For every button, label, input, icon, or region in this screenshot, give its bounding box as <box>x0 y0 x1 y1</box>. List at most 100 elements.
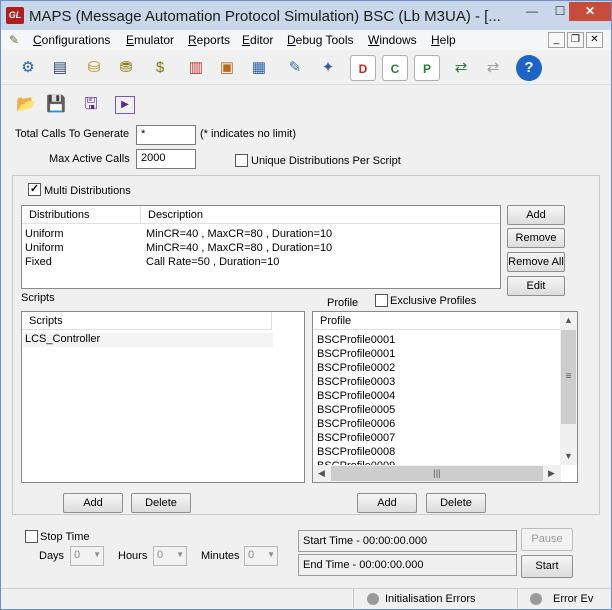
dist-row-description[interactable]: MinCR=40 , MaxCR=80 , Duration=10 <box>146 242 332 256</box>
dist-row-type[interactable]: Uniform <box>25 228 64 242</box>
status-divider <box>517 589 518 610</box>
menu-help[interactable]: Help <box>431 33 456 47</box>
save-icon[interactable]: 💾 <box>45 94 67 116</box>
dist-remove-all-button[interactable]: Remove All <box>507 252 565 272</box>
scripts-header[interactable]: Scripts <box>22 312 272 330</box>
close-button[interactable]: ✕ <box>569 2 611 21</box>
doc-d-icon[interactable]: D <box>350 55 376 81</box>
menu-emulator[interactable]: Emulator <box>126 33 174 47</box>
profile-row[interactable]: BSCProfile0005 <box>317 404 395 418</box>
profiles-delete-button[interactable]: Delete <box>426 493 486 513</box>
satellite-icon[interactable]: ✦ <box>315 55 341 81</box>
scroll-down-icon[interactable]: ▼ <box>560 448 577 465</box>
dist-row-description[interactable]: MinCR=40 , MaxCR=80 , Duration=10 <box>146 228 332 242</box>
scroll-up-icon[interactable]: ▲ <box>560 312 577 329</box>
window-title: MAPS (Message Automation Protocol Simula… <box>29 8 501 25</box>
mdi-minimize-button[interactable]: _ <box>548 32 565 48</box>
profile-row[interactable]: BSCProfile0007 <box>317 432 395 446</box>
profile-row[interactable]: BSCProfile0004 <box>317 390 395 404</box>
minimize-button[interactable]: — <box>519 2 545 21</box>
profile-row[interactable]: BSCProfile0008 <box>317 446 395 460</box>
stop-time-label: Stop Time <box>40 531 90 543</box>
max-active-calls-input[interactable]: 2000 <box>136 149 196 169</box>
days-select[interactable]: 0 ▼ <box>70 546 104 566</box>
error-events-label[interactable]: Error Ev <box>553 593 593 605</box>
days-label: Days <box>39 550 65 562</box>
transfer-icon[interactable]: ⇄ <box>448 55 474 81</box>
profiles-hscroll-thumb[interactable]: ||| <box>331 466 543 481</box>
books-icon[interactable]: ▥ <box>183 55 209 81</box>
distributions-list[interactable]: Distributions Description Uniform MinCR=… <box>21 205 501 289</box>
profile-row[interactable]: BSCProfile0003 <box>317 376 395 390</box>
scripts-delete-button[interactable]: Delete <box>131 493 191 513</box>
start-time-display: Start Time - 00:00:00.000 <box>298 530 517 552</box>
max-active-calls-label: Max Active Calls <box>49 153 130 165</box>
dist-header-distributions[interactable]: Distributions <box>22 206 141 224</box>
unique-distributions-checkbox[interactable] <box>235 154 248 167</box>
dist-remove-button[interactable]: Remove <box>507 228 565 248</box>
total-calls-input[interactable]: * <box>136 125 196 145</box>
exclusive-profiles-checkbox[interactable] <box>375 294 388 307</box>
doc-p-icon[interactable]: P <box>414 55 440 81</box>
pause-button[interactable]: Pause <box>521 528 573 551</box>
chevron-down-icon: ▼ <box>267 550 275 559</box>
profiles-vscroll-thumb[interactable]: ≡ <box>561 330 576 424</box>
hours-select[interactable]: 0 ▼ <box>153 546 187 566</box>
mdi-restore-button[interactable]: ❐ <box>567 32 584 48</box>
profiles-header[interactable]: Profile <box>313 312 561 330</box>
menu-editor[interactable]: Editor <box>242 33 273 47</box>
init-errors-label[interactable]: Initialisation Errors <box>385 593 475 605</box>
profiles-hscrollbar[interactable]: ◀ ||| ▶ <box>313 465 561 482</box>
dist-row-description[interactable]: Call Rate=50 , Duration=10 <box>146 256 279 270</box>
init-errors-icon <box>367 593 379 605</box>
dist-edit-button[interactable]: Edit <box>507 276 565 296</box>
network-icon[interactable]: ▦ <box>246 55 272 81</box>
profiles-vscrollbar[interactable]: ▲ ≡ ▼ <box>560 312 577 465</box>
start-button[interactable]: Start <box>521 555 573 578</box>
open-folder-icon[interactable]: 📂 <box>15 94 37 116</box>
scripts-title: Scripts <box>21 292 55 304</box>
profile-row[interactable]: BSCProfile0002 <box>317 362 395 376</box>
save-as-icon[interactable]: 🖫 <box>80 94 102 116</box>
minutes-select[interactable]: 0 ▼ <box>244 546 278 566</box>
dist-header-description[interactable]: Description <box>141 206 500 224</box>
help-icon[interactable]: ? <box>516 55 542 81</box>
gear-icon[interactable]: ⚙ <box>15 55 41 81</box>
menu-debug-tools[interactable]: Debug Tools <box>287 33 354 47</box>
money-icon[interactable]: $ <box>147 55 173 81</box>
minutes-label: Minutes <box>201 550 240 562</box>
scripts-add-button[interactable]: Add <box>63 493 123 513</box>
dist-add-button[interactable]: Add <box>507 205 565 225</box>
profile-row[interactable]: BSCProfile0001 <box>317 348 395 362</box>
stop-time-checkbox[interactable] <box>25 530 38 543</box>
dist-row-type[interactable]: Uniform <box>25 242 64 256</box>
mdi-doc-icon[interactable]: ✎ <box>9 33 19 47</box>
notepad-icon[interactable]: ▤ <box>47 55 73 81</box>
mdi-close-button[interactable]: ✕ <box>586 32 603 48</box>
error-events-icon <box>530 593 542 605</box>
menu-reports[interactable]: Reports <box>188 33 230 47</box>
disabled-transfer-icon[interactable]: ⇄ <box>480 55 506 81</box>
film-icon[interactable]: ▶ <box>115 96 135 114</box>
edit-icon[interactable]: ✎ <box>282 55 308 81</box>
no-limit-hint: (* indicates no limit) <box>200 128 296 140</box>
scroll-left-icon[interactable]: ◀ <box>313 465 330 482</box>
main-window: GL MAPS (Message Automation Protocol Sim… <box>0 0 612 610</box>
doc-c-icon[interactable]: C <box>382 55 408 81</box>
multi-distributions-checkbox[interactable]: ✓ <box>28 183 41 196</box>
profile-row[interactable]: BSCProfile0001 <box>317 334 395 348</box>
script-row[interactable]: LCS_Controller <box>23 333 273 347</box>
menu-windows[interactable]: Windows <box>368 33 417 47</box>
dist-row-type[interactable]: Fixed <box>25 256 52 270</box>
profile-row[interactable]: BSCProfile0006 <box>317 418 395 432</box>
coins-stack-icon[interactable]: ⛃ <box>113 55 139 81</box>
menu-configurations[interactable]: Configurations <box>33 33 110 47</box>
title-bar: GL MAPS (Message Automation Protocol Sim… <box>1 1 611 30</box>
profiles-list[interactable]: Profile BSCProfile0001 BSCProfile0001 BSCP… <box>312 311 578 483</box>
scroll-right-icon[interactable]: ▶ <box>543 465 560 482</box>
menu-bar: ✎ Configurations Emulator Reports Editor… <box>1 30 611 50</box>
briefcase-icon[interactable]: ▣ <box>214 55 240 81</box>
profiles-add-button[interactable]: Add <box>357 493 417 513</box>
scripts-list[interactable]: Scripts LCS_Controller <box>21 311 305 483</box>
coins-icon[interactable]: ⛁ <box>81 55 107 81</box>
